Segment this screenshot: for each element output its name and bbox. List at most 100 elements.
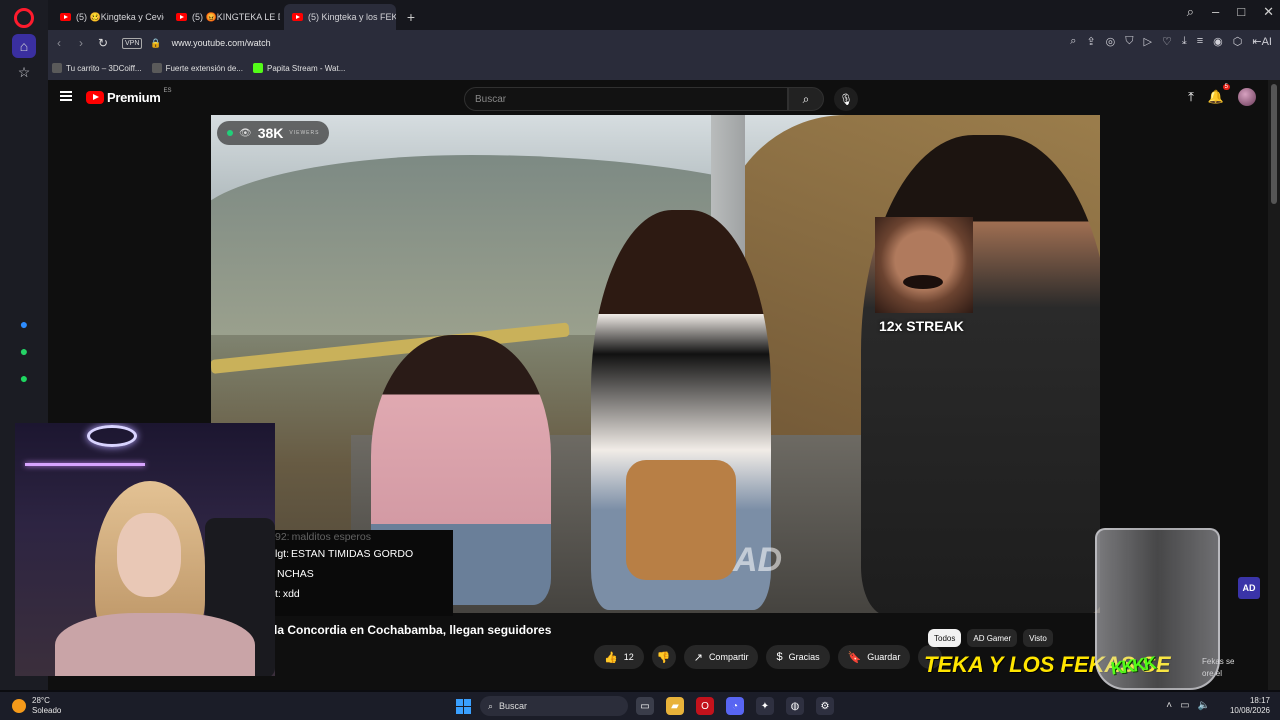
spotify-icon[interactable]: ●: [14, 368, 34, 388]
lock-icon[interactable]: 🔒: [150, 38, 161, 49]
youtube-favicon-icon: [60, 13, 71, 21]
notification-badge: 5: [1222, 84, 1230, 90]
youtube-header: Premium ES Buscar ⌕ 🎙 ⤒ 🔔 5: [48, 80, 1268, 116]
minimize-button[interactable]: –: [1212, 4, 1219, 20]
streamer-body: [55, 613, 255, 676]
notifications-bell-icon[interactable]: 🔔 5: [1208, 84, 1230, 105]
star-icon[interactable]: ☆: [14, 62, 34, 82]
scrollbar-thumb[interactable]: [1271, 84, 1277, 204]
microphone-icon[interactable]: 🎙: [834, 87, 858, 111]
clock-time: 18:17: [1249, 696, 1270, 705]
url-field[interactable]: www.youtube.com/watch: [172, 38, 271, 48]
opera-logo-icon[interactable]: [14, 8, 34, 28]
chip-all[interactable]: Todos: [928, 629, 962, 647]
chat-text: xdd: [282, 588, 300, 600]
dislike-button[interactable]: 👎: [651, 645, 676, 669]
region-code: ES: [163, 87, 172, 94]
thanks-label: Gracias: [788, 652, 820, 662]
zoom-icon[interactable]: ⌕: [1070, 35, 1076, 48]
save-button[interactable]: 🔖 Guardar: [837, 645, 911, 669]
streak-label: 12x STREAK: [879, 318, 964, 334]
bookmark-item[interactable]: Fuerte extensión de...: [151, 63, 243, 73]
chat-message: t: xdd: [275, 584, 453, 604]
shield-icon[interactable]: ⛉: [1125, 35, 1133, 48]
streamer-webcam: [15, 423, 275, 676]
windows-start-icon[interactable]: [456, 699, 471, 714]
like-count: 12: [623, 652, 634, 662]
taskbar-search[interactable]: ⌕ Buscar: [480, 696, 628, 716]
search-icon[interactable]: ⌕: [788, 87, 824, 111]
search-input[interactable]: Buscar: [464, 87, 788, 111]
share-button[interactable]: ↗ Compartir: [683, 645, 759, 669]
viewers-label: VIEWERS: [289, 130, 320, 136]
channel-logo-badge[interactable]: AD: [1238, 577, 1260, 599]
eye-icon: 👁: [239, 127, 252, 139]
page-scrollbar[interactable]: [1268, 80, 1280, 690]
back-icon[interactable]: ‹: [48, 36, 70, 50]
tab-2[interactable]: (5) 😡KINGTEKA LE DA LA: [168, 4, 280, 30]
system-tray: ˄ ▭ 🔈: [1166, 700, 1210, 711]
taskbar-apps: ▭ ▰ O ◔ ✦ ◍ ⚙: [636, 697, 834, 715]
opera-taskbar-icon[interactable]: O: [696, 697, 714, 715]
clock-date: 10/08/2026: [1229, 706, 1270, 715]
heart-icon[interactable]: ♡: [1162, 35, 1172, 48]
hamburger-menu-icon[interactable]: [60, 91, 72, 101]
share-page-icon[interactable]: ⇪: [1086, 35, 1095, 48]
sun-icon: [12, 699, 26, 713]
messenger-icon[interactable]: ●: [14, 314, 34, 334]
neon-strip-light: [25, 463, 145, 466]
chip-watched[interactable]: Visto: [1023, 629, 1053, 647]
tab-1[interactable]: (5) 🥴Kingteka y Ceviche: [52, 4, 164, 30]
taskbar-search-label: Buscar: [499, 701, 528, 711]
discord-icon[interactable]: ◔: [726, 697, 744, 715]
bookmarks-bar: Tu carrito – 3DCoiff... Fuerte extensión…: [48, 56, 1280, 80]
settings-gear-icon[interactable]: ⚙: [816, 697, 834, 715]
tray-chevron-icon[interactable]: ˄: [1166, 700, 1172, 711]
taskbar-clock[interactable]: 18:17 10/08/2026: [1230, 696, 1270, 716]
task-view-icon[interactable]: ▭: [636, 697, 654, 715]
obs-icon[interactable]: ◍: [786, 697, 804, 715]
player-icon[interactable]: ▷: [1144, 35, 1152, 48]
reload-icon[interactable]: ↻: [92, 36, 114, 50]
window-controls: ⌕ – □ ✕: [1187, 4, 1274, 20]
new-tab-button[interactable]: +: [402, 8, 420, 26]
aria-ai-button[interactable]: ⇤AI: [1252, 35, 1272, 48]
download-icon[interactable]: ⤓: [1182, 35, 1187, 48]
profile-icon[interactable]: ◉: [1213, 35, 1223, 48]
search-icon: ⌕: [488, 700, 494, 711]
like-button[interactable]: 👍 12: [594, 645, 644, 669]
upload-icon[interactable]: ⤒: [1188, 89, 1194, 105]
app-icon[interactable]: ✦: [756, 697, 774, 715]
menu-icon[interactable]: ≡: [1197, 35, 1203, 48]
bookmark-item[interactable]: Papita Stream - Wat...: [252, 63, 345, 73]
close-button[interactable]: ✕: [1263, 4, 1274, 20]
forward-icon[interactable]: ›: [70, 36, 92, 50]
whatsapp-icon[interactable]: ●: [14, 341, 34, 361]
weather-widget[interactable]: 28°C Soleado: [12, 696, 61, 716]
tab-label: (5) 🥴Kingteka y Ceviche: [76, 11, 164, 22]
chip-ad-gamer[interactable]: AD Gamer: [967, 629, 1018, 647]
extensions-icon[interactable]: ⬡: [1233, 35, 1243, 48]
thumbs-down-icon: 👎: [656, 651, 671, 664]
chat-text: NCHAS: [277, 568, 314, 580]
video-watermark: AD: [733, 541, 783, 579]
save-label: Guardar: [867, 652, 901, 662]
maximize-button[interactable]: □: [1237, 4, 1245, 20]
volume-icon[interactable]: 🔈: [1198, 700, 1210, 711]
youtube-favicon-icon: [176, 13, 187, 21]
vpn-badge[interactable]: VPN: [122, 37, 143, 49]
bookmark-favicon-icon: [151, 63, 162, 73]
video-title: la Concordia en Cochabamba, llegan segui…: [274, 623, 552, 637]
tab-label: (5) Kingteka y los FEK: [308, 12, 396, 22]
home-icon[interactable]: ⌂: [12, 34, 36, 58]
snapshot-icon[interactable]: ◎: [1106, 35, 1116, 48]
thanks-button[interactable]: $ Gracias: [766, 645, 830, 669]
network-icon[interactable]: ▭: [1180, 700, 1189, 711]
youtube-logo[interactable]: Premium ES: [86, 87, 172, 105]
bookmark-label: Fuerte extensión de...: [165, 63, 243, 73]
search-tabs-icon[interactable]: ⌕: [1187, 4, 1194, 20]
avatar[interactable]: [1238, 88, 1256, 106]
bookmark-item[interactable]: Tu carrito – 3DCoiff...: [52, 63, 142, 73]
tab-3-active[interactable]: (5) Kingteka y los FEK: [284, 4, 396, 30]
file-explorer-icon[interactable]: ▰: [666, 697, 684, 715]
